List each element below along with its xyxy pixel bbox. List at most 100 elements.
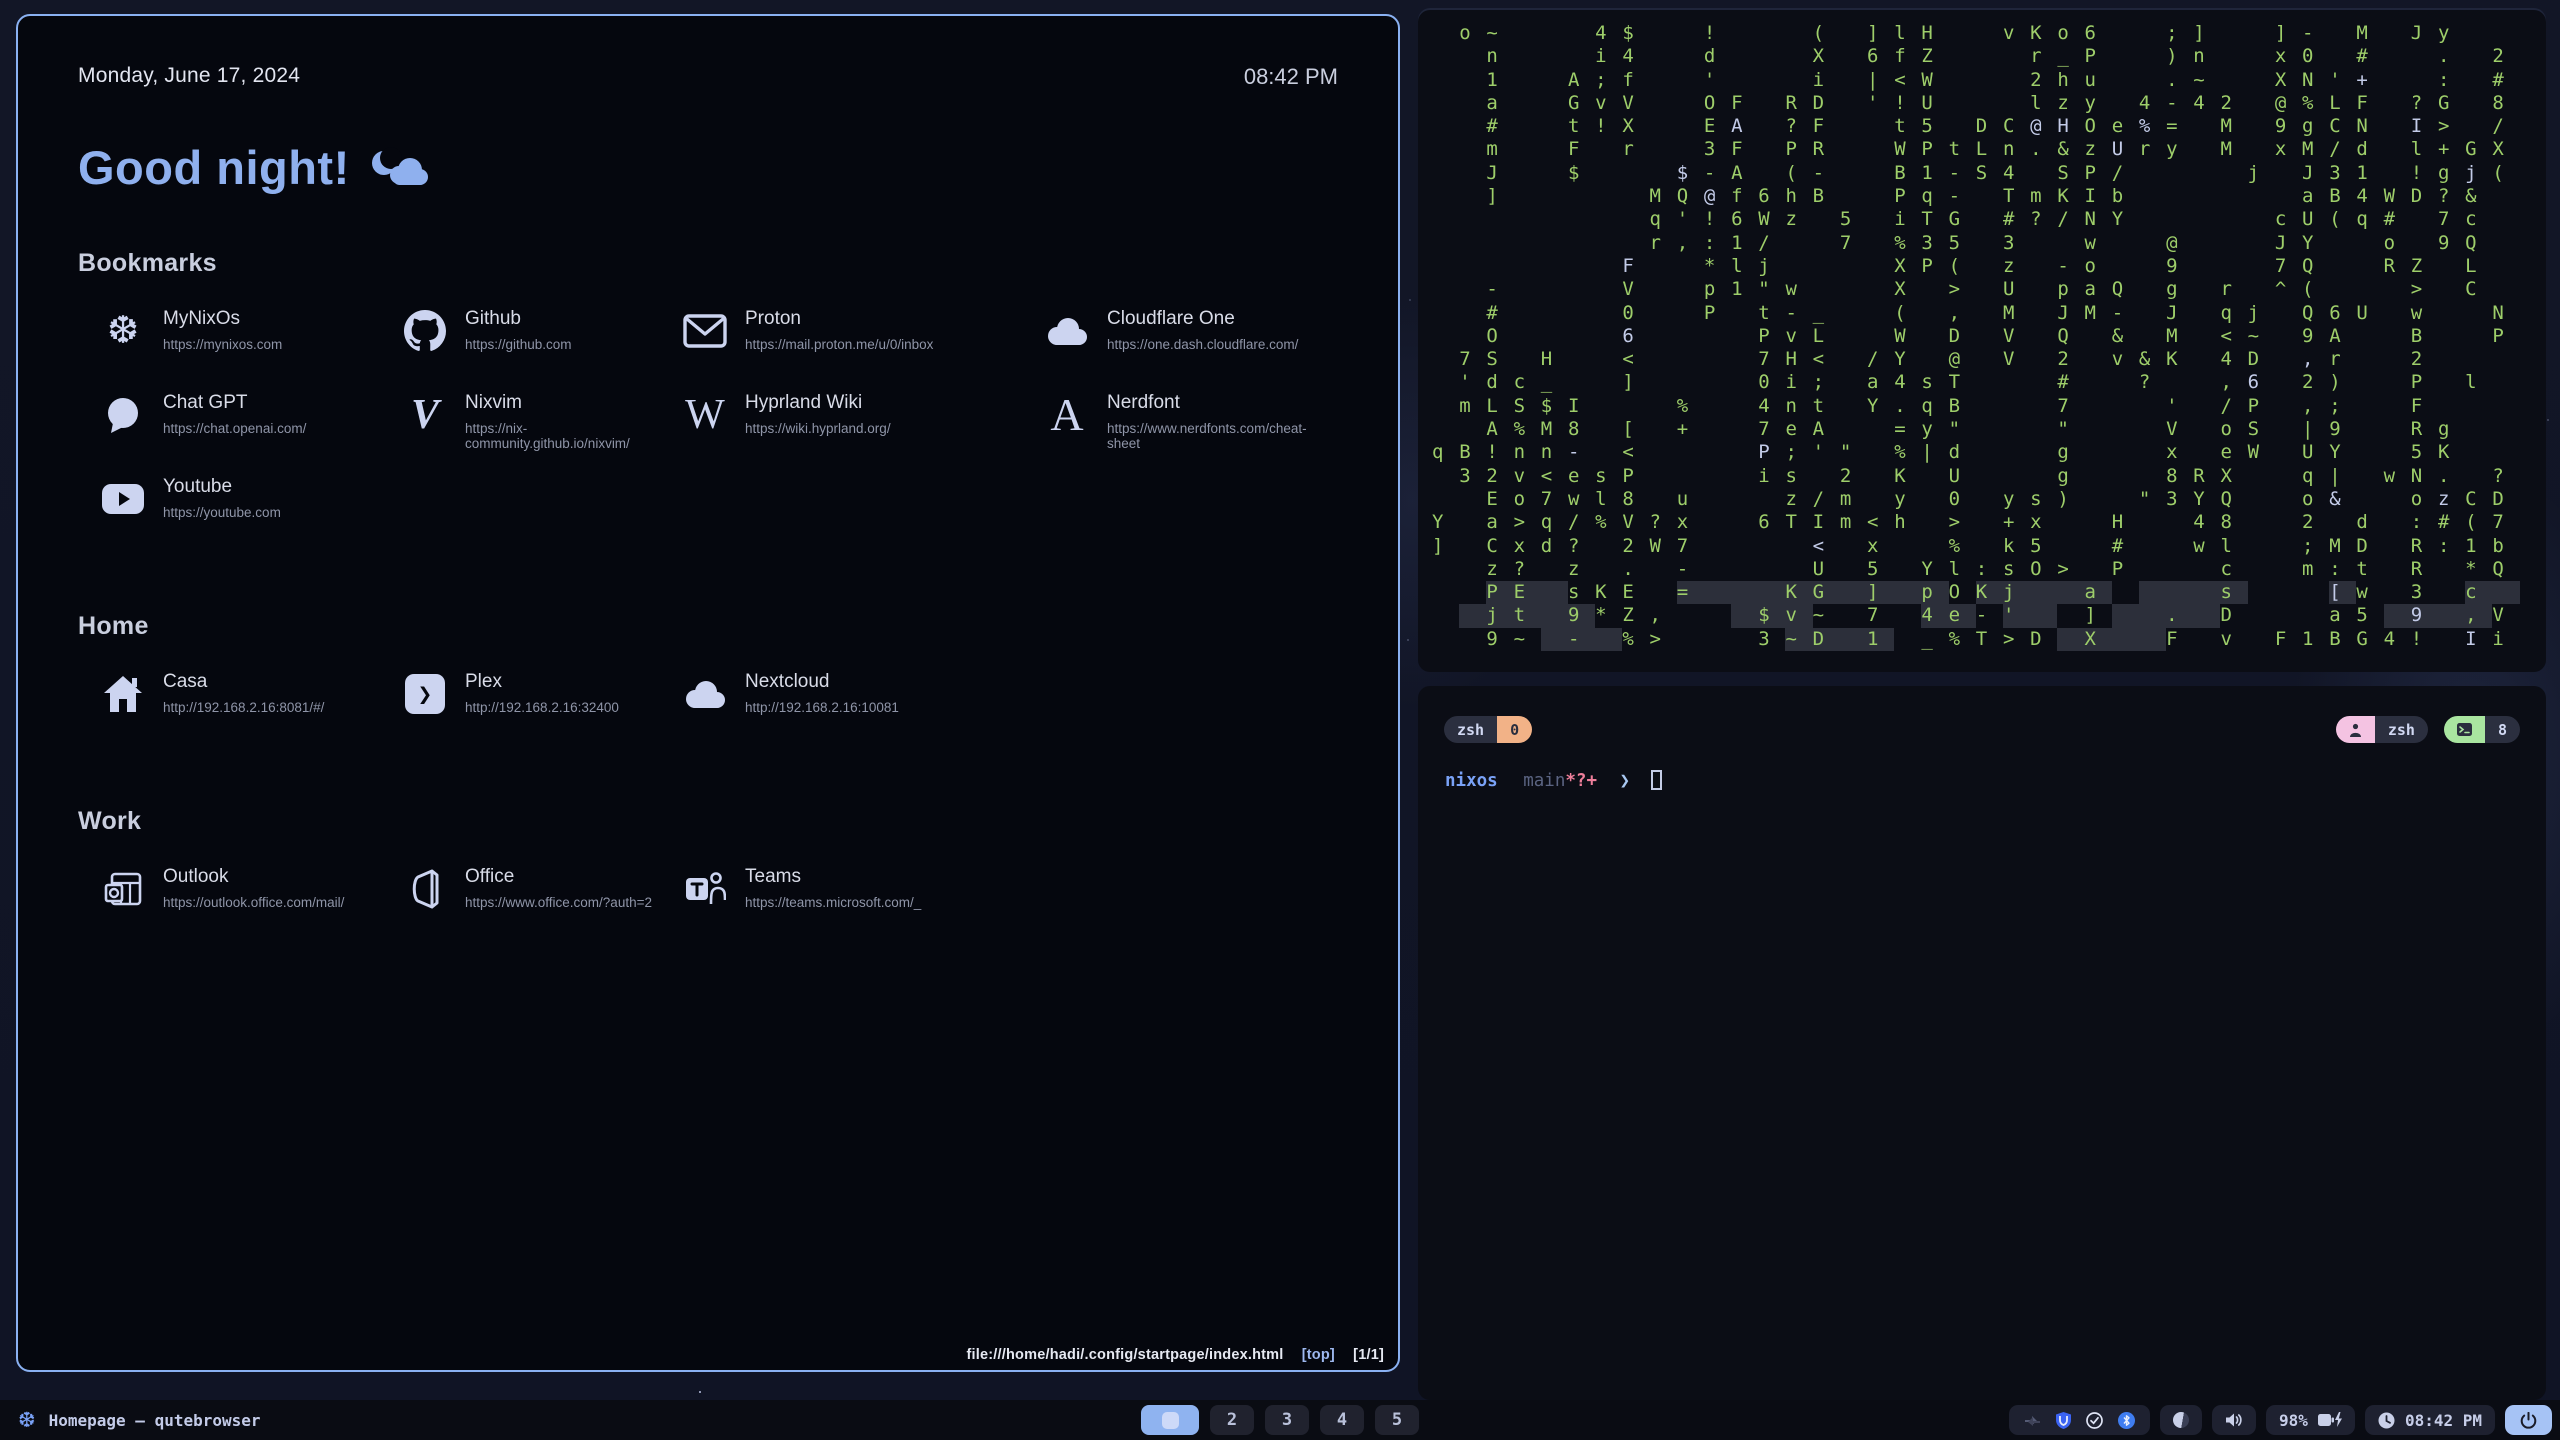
clock-module[interactable]: 08:42 PM — [2365, 1405, 2495, 1435]
matrix-cell — [2438, 278, 2465, 301]
matrix-cell — [2057, 535, 2084, 558]
matrix-cell: M — [1650, 185, 1677, 208]
matrix-cell: T — [1921, 208, 1948, 231]
bookmark-item-cloudflare[interactable]: Cloudflare One https://one.dash.cloudfla… — [1044, 308, 1338, 356]
check-circle-icon[interactable] — [2086, 1412, 2103, 1429]
matrix-cell: E — [1622, 581, 1649, 604]
matrix-cell: $ — [1758, 604, 1785, 627]
matrix-row: 'dc_ ] 0i; a4sT # ? ,6 2) P l — [1432, 371, 2546, 394]
matrix-cell: l — [1731, 255, 1758, 278]
matrix-cell: o — [2302, 488, 2329, 511]
bookmark-item-outlook[interactable]: Outlook https://outlook.office.com/mail/ — [100, 866, 402, 914]
matrix-cell: 5 — [2356, 604, 2383, 627]
bookmark-item-github[interactable]: Github https://github.com — [402, 308, 682, 356]
matrix-cell: U — [2356, 302, 2383, 325]
volume-module[interactable] — [2212, 1405, 2256, 1435]
matrix-cell — [2193, 325, 2220, 348]
bookmark-item-nerdfont[interactable]: A Nerdfont https://www.nerdfonts.com/che… — [1044, 392, 1338, 440]
matrix-cell — [1813, 255, 1840, 278]
bookmark-item-nextcloud[interactable]: Nextcloud http://192.168.2.16:10081 — [682, 671, 1044, 719]
kdeconnect-icon[interactable] — [2024, 1413, 2041, 1428]
matrix-cell — [1568, 325, 1595, 348]
matrix-cell — [2248, 628, 2275, 651]
matrix-cell: 8 — [2220, 511, 2247, 534]
matrix-cell: k — [2003, 535, 2030, 558]
matrix-cell: s — [2030, 488, 2057, 511]
user-icon — [2336, 716, 2375, 743]
matrix-cell: s — [1785, 465, 1812, 488]
matrix-cell — [1677, 115, 1704, 138]
bookmark-item-youtube[interactable]: Youtube https://youtube.com — [100, 476, 402, 524]
matrix-cell — [1595, 441, 1622, 464]
matrix-cell: P — [2085, 162, 2112, 185]
matrix-cell — [2465, 418, 2492, 441]
bookmark-item-proton[interactable]: Proton https://mail.proton.me/u/0/inbox — [682, 308, 1044, 356]
matrix-cell: ( — [1813, 22, 1840, 45]
matrix-cell — [1432, 185, 1459, 208]
matrix-cell: + — [2003, 511, 2030, 534]
bookmark-item-mynixos[interactable]: ❆ MyNixOs https://mynixos.com — [100, 308, 402, 356]
matrix-cell: 6 — [1758, 185, 1785, 208]
workspace-5[interactable]: 5 — [1375, 1405, 1419, 1435]
power-button[interactable] — [2505, 1405, 2552, 1435]
matrix-cell: 7 — [1840, 232, 1867, 255]
workspace-3[interactable]: 3 — [1265, 1405, 1309, 1435]
matrix-cell: / — [2057, 208, 2084, 231]
matrix-cell — [1785, 232, 1812, 255]
matrix-cell: A — [1813, 418, 1840, 441]
nix-snowflake-icon[interactable]: ❆ — [18, 1410, 36, 1431]
matrix-cell: d — [2356, 138, 2383, 161]
matrix-cell — [2139, 22, 2166, 45]
matrix-cell — [1432, 92, 1459, 115]
matrix-cell: M — [2220, 138, 2247, 161]
matrix-cell — [1976, 232, 2003, 255]
matrix-cell: r — [2329, 348, 2356, 371]
matrix-cell — [1650, 441, 1677, 464]
terminal-window-shell[interactable]: zsh 0 zsh — [1418, 686, 2546, 1400]
bookmark-item-nixvim[interactable]: V Nixvim https://nix-community.github.io… — [402, 392, 682, 440]
matrix-cell: K — [2030, 22, 2057, 45]
tmux-window-tab[interactable]: zsh 0 — [1444, 716, 1532, 743]
matrix-cell: 2 — [1840, 465, 1867, 488]
qutebrowser-window[interactable]: Monday, June 17, 2024 08:42 PM Good nigh… — [16, 14, 1400, 1372]
matrix-cell: ) — [2166, 45, 2193, 68]
matrix-cell: % — [1894, 441, 1921, 464]
battery-module[interactable]: 98% — [2266, 1405, 2355, 1435]
matrix-cell — [1867, 278, 1894, 301]
matrix-cell: 3 — [1704, 138, 1731, 161]
matrix-cell — [1459, 511, 1486, 534]
matrix-cell: < — [2220, 325, 2247, 348]
bookmark-item-hyprland-wiki[interactable]: W Hyprland Wiki https://wiki.hyprland.or… — [682, 392, 1044, 440]
matrix-cell: w — [2411, 302, 2438, 325]
workspace-1[interactable] — [1141, 1405, 1199, 1435]
bluetooth-icon[interactable] — [2118, 1412, 2135, 1429]
matrix-cell — [1541, 255, 1568, 278]
matrix-cell: + — [2356, 69, 2383, 92]
matrix-cell: 6 — [1731, 208, 1758, 231]
terminal-window-cmatrix[interactable]: o~ 4$ ! ( ]lH vKo6 ;] ]- M Jy n i4 d X 6… — [1418, 8, 2546, 672]
matrix-cell: q — [2302, 465, 2329, 488]
bookmark-item-chatgpt[interactable]: Chat GPT https://chat.openai.com/ — [100, 392, 402, 440]
workspace-2[interactable]: 2 — [1210, 1405, 1254, 1435]
night-light-module[interactable] — [2160, 1405, 2202, 1435]
shell-prompt[interactable]: nixos main*?+ ❯ — [1418, 770, 2546, 791]
matrix-cell — [1459, 418, 1486, 441]
workspace-4[interactable]: 4 — [1320, 1405, 1364, 1435]
matrix-cell — [2438, 302, 2465, 325]
matrix-cell — [1595, 302, 1622, 325]
matrix-cell: 2 — [2492, 45, 2519, 68]
matrix-cell — [2275, 511, 2302, 534]
nix-snowflake-icon: ❆ — [100, 308, 146, 354]
matrix-cell: @ — [1949, 348, 1976, 371]
matrix-cell — [2112, 255, 2139, 278]
bookmark-item-teams[interactable]: Teams https://teams.microsoft.com/_ — [682, 866, 1044, 914]
bookmark-item-casa[interactable]: Casa http://192.168.2.16:8081/#/ — [100, 671, 402, 719]
matrix-cell: u — [1677, 488, 1704, 511]
matrix-cell: 7 — [2275, 255, 2302, 278]
matrix-cell — [2275, 418, 2302, 441]
bookmark-item-plex[interactable]: ❯ Plex http://192.168.2.16:32400 — [402, 671, 682, 719]
matrix-cell: F — [2356, 92, 2383, 115]
matrix-cell: p — [1921, 581, 1948, 604]
shield-icon[interactable] — [2056, 1412, 2071, 1429]
bookmark-item-office[interactable]: Office https://www.office.com/?auth=2 — [402, 866, 682, 914]
